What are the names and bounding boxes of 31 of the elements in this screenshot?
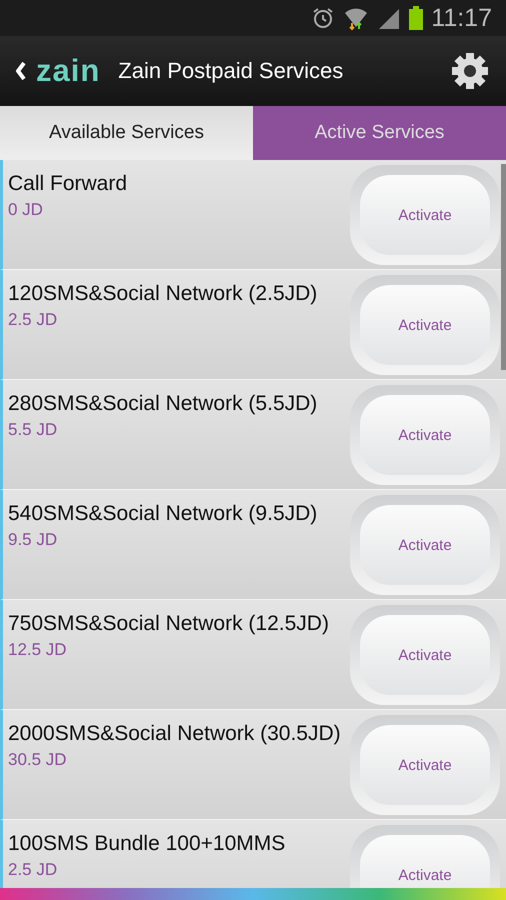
service-name: 2000SMS&Social Network (30.5JD) bbox=[8, 721, 342, 747]
back-icon[interactable] bbox=[16, 62, 26, 80]
service-name: 100SMS Bundle 100+10MMS bbox=[8, 831, 286, 857]
activate-button[interactable]: Activate bbox=[360, 835, 490, 888]
status-time: 11:17 bbox=[431, 4, 492, 32]
activate-button[interactable]: Activate bbox=[360, 175, 490, 255]
service-name: 750SMS&Social Network (12.5JD) bbox=[8, 611, 330, 637]
tab[interactable]: Available Services bbox=[0, 106, 253, 160]
tab[interactable]: Active Services bbox=[253, 106, 506, 160]
activate-button[interactable]: Activate bbox=[360, 395, 490, 475]
activate-button[interactable]: Activate bbox=[360, 725, 490, 805]
activate-button[interactable]: Activate bbox=[360, 615, 490, 695]
service-name: Call Forward bbox=[8, 171, 128, 197]
service-name: 120SMS&Social Network (2.5JD) bbox=[8, 281, 318, 307]
signal-icon bbox=[377, 7, 402, 29]
service-name: 280SMS&Social Network (5.5JD) bbox=[8, 391, 318, 417]
service-price: 2.5 JD bbox=[8, 860, 58, 880]
service-name: 540SMS&Social Network (9.5JD) bbox=[8, 501, 318, 527]
service-price: 0 JD bbox=[8, 200, 44, 220]
service-price: 2.5 JD bbox=[8, 310, 58, 330]
activate-button[interactable]: Activate bbox=[360, 505, 490, 585]
screen-title: Zain Postpaid Services bbox=[118, 58, 344, 84]
service-price: 5.5 JD bbox=[8, 420, 58, 440]
service-price: 12.5 JD bbox=[8, 640, 68, 660]
alarm-clock-icon bbox=[311, 6, 336, 30]
battery-icon bbox=[409, 6, 424, 30]
logo: zain bbox=[36, 53, 100, 89]
service-price: 9.5 JD bbox=[8, 530, 58, 550]
activate-button[interactable]: Activate bbox=[360, 285, 490, 365]
service-price: 30.5 JD bbox=[8, 750, 68, 770]
settings-icon[interactable] bbox=[450, 51, 490, 91]
